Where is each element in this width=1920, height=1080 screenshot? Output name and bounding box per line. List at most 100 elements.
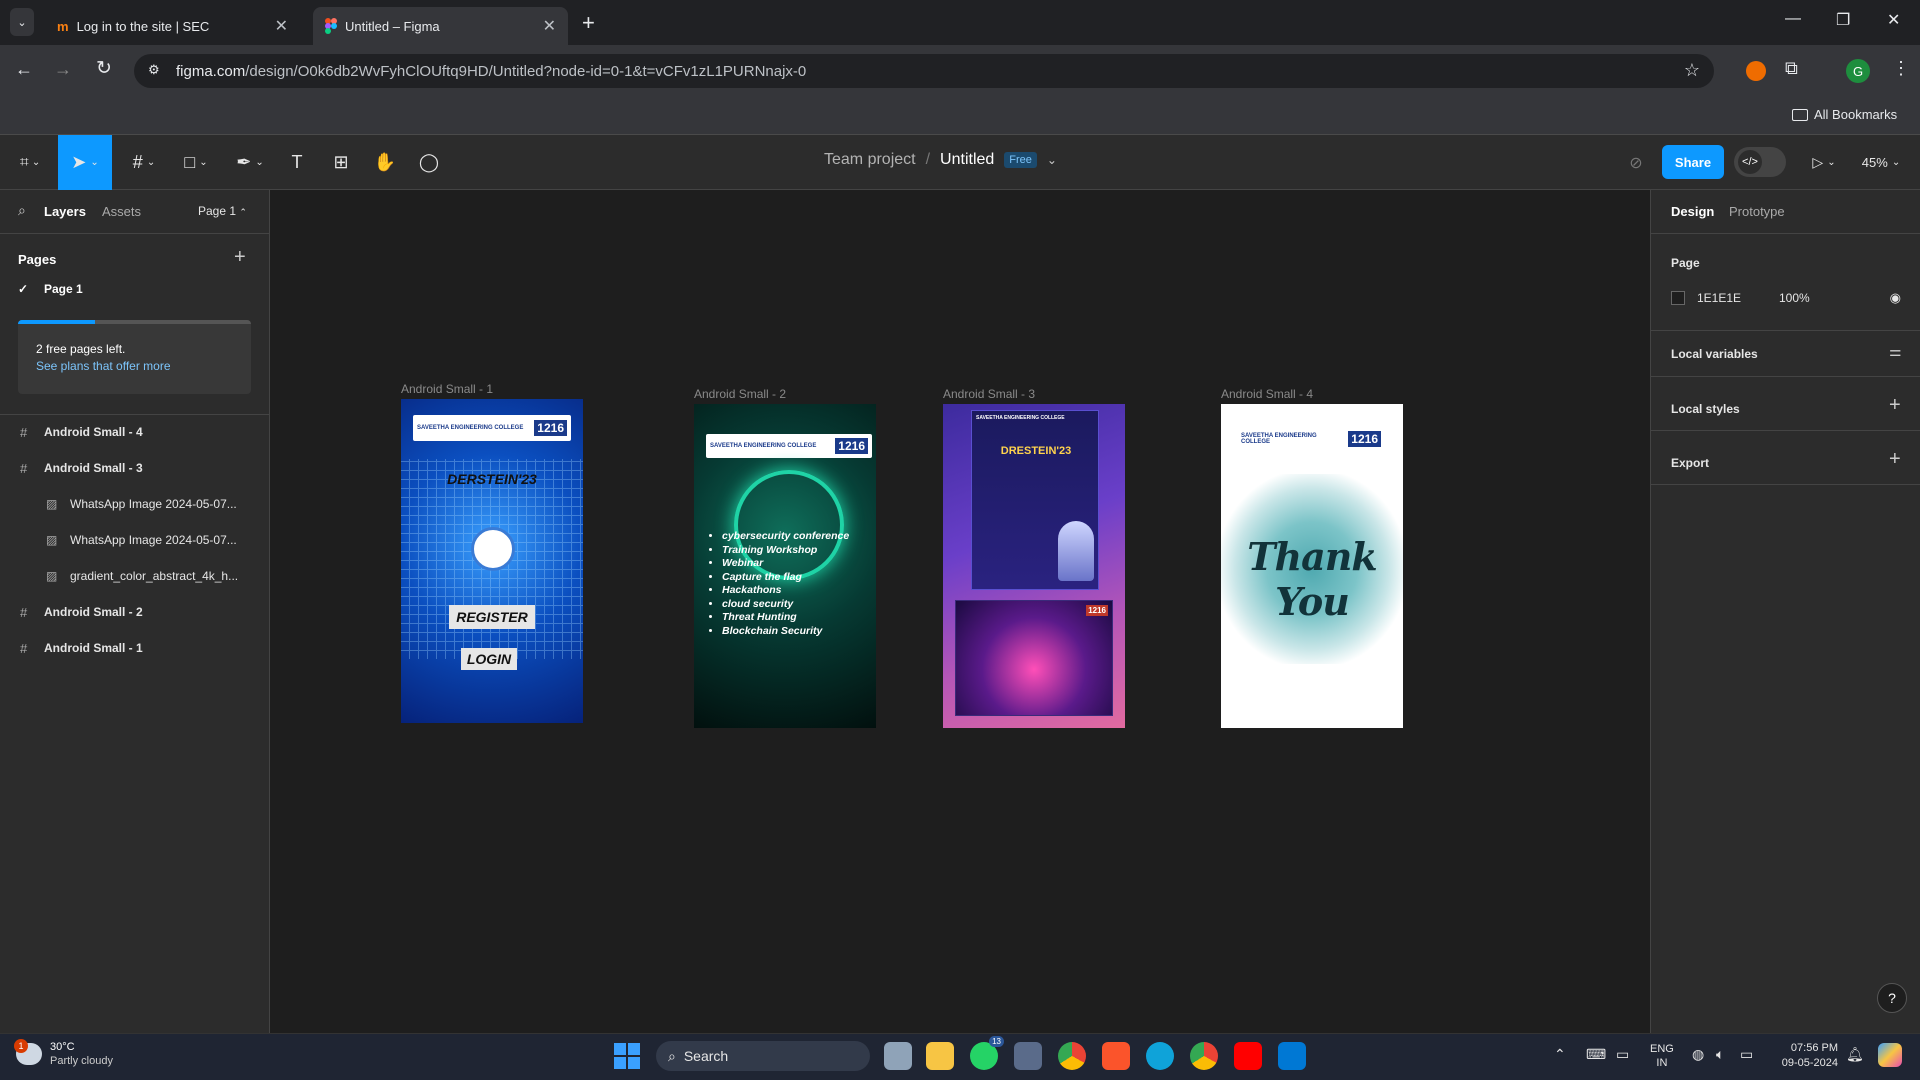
task-view-icon[interactable] — [884, 1042, 912, 1070]
frame-android-small-1[interactable]: SAVEETHA ENGINEERING COLLEGE 1216 DERSTE… — [401, 399, 583, 723]
frame-label[interactable]: Android Small - 2 — [694, 387, 786, 401]
frame-label[interactable]: Android Small - 1 — [401, 382, 493, 396]
all-bookmarks[interactable]: All Bookmarks — [1792, 107, 1897, 122]
extensions-puzzle-icon[interactable]: ⧉ — [1785, 58, 1798, 79]
comment-tool-button[interactable]: ◯ — [414, 135, 444, 190]
site-info-icon[interactable]: ⚙ — [148, 62, 160, 78]
register-button[interactable]: REGISTER — [449, 605, 535, 629]
variables-settings-icon[interactable]: ⚌ — [1889, 343, 1902, 360]
present-button[interactable]: ▷ ⌄ — [1806, 135, 1842, 190]
frame-tool-button[interactable]: # ⌄ — [124, 135, 164, 190]
add-export-icon[interactable]: + — [1889, 448, 1901, 471]
back-icon[interactable]: ← — [15, 59, 33, 80]
close-tab-icon[interactable]: ✕ — [275, 16, 288, 36]
eye-icon[interactable]: ◉ — [1890, 290, 1901, 306]
start-button[interactable] — [614, 1043, 640, 1069]
page-selector[interactable]: Page 1 ⌃ — [198, 204, 247, 218]
clock[interactable]: 07:56 PM 09-05-2024 — [1776, 1041, 1838, 1071]
help-button[interactable]: ? — [1877, 983, 1907, 1013]
tab-figma[interactable]: Untitled – Figma ✕ — [313, 7, 568, 45]
battery-icon[interactable]: ▭ — [1740, 1046, 1753, 1063]
move-tool-button[interactable]: ➤ ⌄ — [58, 135, 112, 190]
tab-sec-login[interactable]: m Log in to the site | SEC ✕ — [45, 7, 300, 45]
search-icon[interactable]: ⌕ — [18, 202, 26, 219]
youtube-icon[interactable] — [1234, 1042, 1262, 1070]
file-menu-chevron-icon[interactable]: ⌄ — [1047, 153, 1057, 167]
local-styles[interactable]: Local styles — [1651, 402, 1920, 416]
reload-icon[interactable]: ↻ — [96, 57, 112, 80]
forward-icon[interactable]: → — [54, 59, 72, 80]
close-window-icon[interactable]: ✕ — [1887, 10, 1900, 30]
restore-icon[interactable]: ❐ — [1836, 10, 1850, 30]
page-color-hex[interactable]: 1E1E1E — [1697, 291, 1779, 305]
frame-label[interactable]: Android Small - 4 — [1221, 387, 1313, 401]
bookmark-star-icon[interactable]: ☆ — [1684, 60, 1700, 81]
display-icon[interactable]: ▭ — [1616, 1046, 1629, 1063]
brave-icon[interactable] — [1102, 1042, 1130, 1070]
taskbar-search[interactable]: ⌕ Search — [656, 1041, 870, 1071]
new-tab-button[interactable]: + — [582, 10, 595, 36]
login-button[interactable]: LOGIN — [461, 648, 517, 670]
url-field[interactable]: ⚙ figma.com/design/O0k6db2WvFyhClOUftq9H… — [134, 54, 1714, 88]
profile-avatar[interactable]: G — [1846, 59, 1870, 83]
volume-icon[interactable]: 🔈︎ — [1716, 1046, 1724, 1063]
see-plans-link[interactable]: See plans that offer more — [36, 359, 171, 373]
tab-assets[interactable]: Assets — [102, 204, 141, 219]
tab-layers[interactable]: Layers — [44, 204, 86, 219]
export-section[interactable]: Export — [1651, 456, 1920, 470]
layer-frame-1[interactable]: # Android Small - 1 — [0, 630, 270, 666]
local-variables[interactable]: Local variables — [1651, 347, 1920, 361]
tab-design[interactable]: Design — [1671, 204, 1714, 219]
tab-search-button[interactable]: ⌄ — [10, 8, 34, 36]
tab-prototype[interactable]: Prototype — [1729, 204, 1785, 219]
layer-image[interactable]: ▨ gradient_color_abstract_4k_h... — [0, 558, 270, 594]
notification-bell-icon[interactable]: 🔔︎ — [1846, 1046, 1864, 1063]
frame-android-small-4[interactable]: SAVEETHA ENGINEERING COLLEGE 1216 Thank … — [1221, 404, 1403, 728]
weather-widget[interactable]: 1 30°C Partly cloudy — [14, 1039, 113, 1068]
pen-tool-button[interactable]: ✒ ⌄ — [230, 135, 270, 190]
extension-icon[interactable] — [1746, 61, 1766, 81]
app-icon[interactable] — [1014, 1042, 1042, 1070]
layer-frame-4[interactable]: # Android Small - 4 — [0, 414, 270, 450]
chrome-icon[interactable] — [1058, 1042, 1086, 1070]
shape-tool-button[interactable]: □ ⌄ — [176, 135, 216, 190]
tray-chevron-icon[interactable]: ⌃ — [1554, 1046, 1566, 1063]
resources-tool-button[interactable]: ⊞ — [326, 135, 356, 190]
add-style-icon[interactable]: + — [1889, 394, 1901, 417]
layer-frame-3[interactable]: # Android Small - 3 — [0, 450, 270, 486]
hide-ui-icon[interactable]: ⊘ — [1624, 135, 1648, 190]
main-menu-button[interactable]: ⌗ ⌄ — [10, 135, 50, 190]
language-indicator[interactable]: ENG IN — [1650, 1042, 1674, 1070]
close-tab-icon[interactable]: ✕ — [543, 16, 556, 36]
share-button[interactable]: Share — [1662, 145, 1724, 179]
whatsapp-icon[interactable]: 13 — [970, 1036, 1004, 1070]
file-explorer-icon[interactable] — [926, 1042, 954, 1070]
page-item-1[interactable]: ✓ Page 1 — [0, 274, 270, 304]
hand-tool-button[interactable]: ✋ — [370, 135, 400, 190]
frame-android-small-3[interactable]: SAVEETHA ENGINEERING COLLEGE DRESTEIN'23… — [943, 404, 1125, 728]
layer-image[interactable]: ▨ WhatsApp Image 2024-05-07... — [0, 486, 270, 522]
layer-frame-2[interactable]: # Android Small - 2 — [0, 594, 270, 630]
page-opacity[interactable]: 100% — [1779, 291, 1810, 305]
edge-icon[interactable] — [1146, 1042, 1174, 1070]
add-page-icon[interactable]: + — [234, 246, 246, 269]
keyboard-icon[interactable]: ⌨ — [1586, 1046, 1606, 1063]
free-pages-notice: 2 free pages left. See plans that offer … — [18, 320, 251, 394]
page-color-row[interactable]: 1E1E1E 100% ◉ — [1671, 286, 1901, 310]
text-tool-button[interactable]: T — [282, 135, 312, 190]
dev-mode-toggle[interactable]: </> — [1734, 147, 1786, 177]
minimize-icon[interactable]: — — [1785, 10, 1801, 28]
frame-android-small-2[interactable]: SAVEETHA ENGINEERING COLLEGE 1216 cybers… — [694, 404, 876, 728]
chrome-profile-icon[interactable] — [1190, 1042, 1218, 1070]
network-icon[interactable]: ◍ — [1692, 1046, 1704, 1063]
browser-menu-icon[interactable]: ⋮ — [1892, 58, 1910, 79]
canvas[interactable]: Android Small - 1 SAVEETHA ENGINEERING C… — [270, 190, 1650, 1033]
file-name[interactable]: Untitled — [940, 151, 994, 169]
frame-label[interactable]: Android Small - 3 — [943, 387, 1035, 401]
layer-image[interactable]: ▨ WhatsApp Image 2024-05-07... — [0, 522, 270, 558]
zoom-control[interactable]: 45% ⌄ — [1856, 135, 1906, 190]
copilot-icon[interactable] — [1878, 1043, 1902, 1067]
team-name[interactable]: Team project — [824, 151, 916, 169]
color-swatch[interactable] — [1671, 291, 1685, 305]
vscode-icon[interactable] — [1278, 1042, 1306, 1070]
